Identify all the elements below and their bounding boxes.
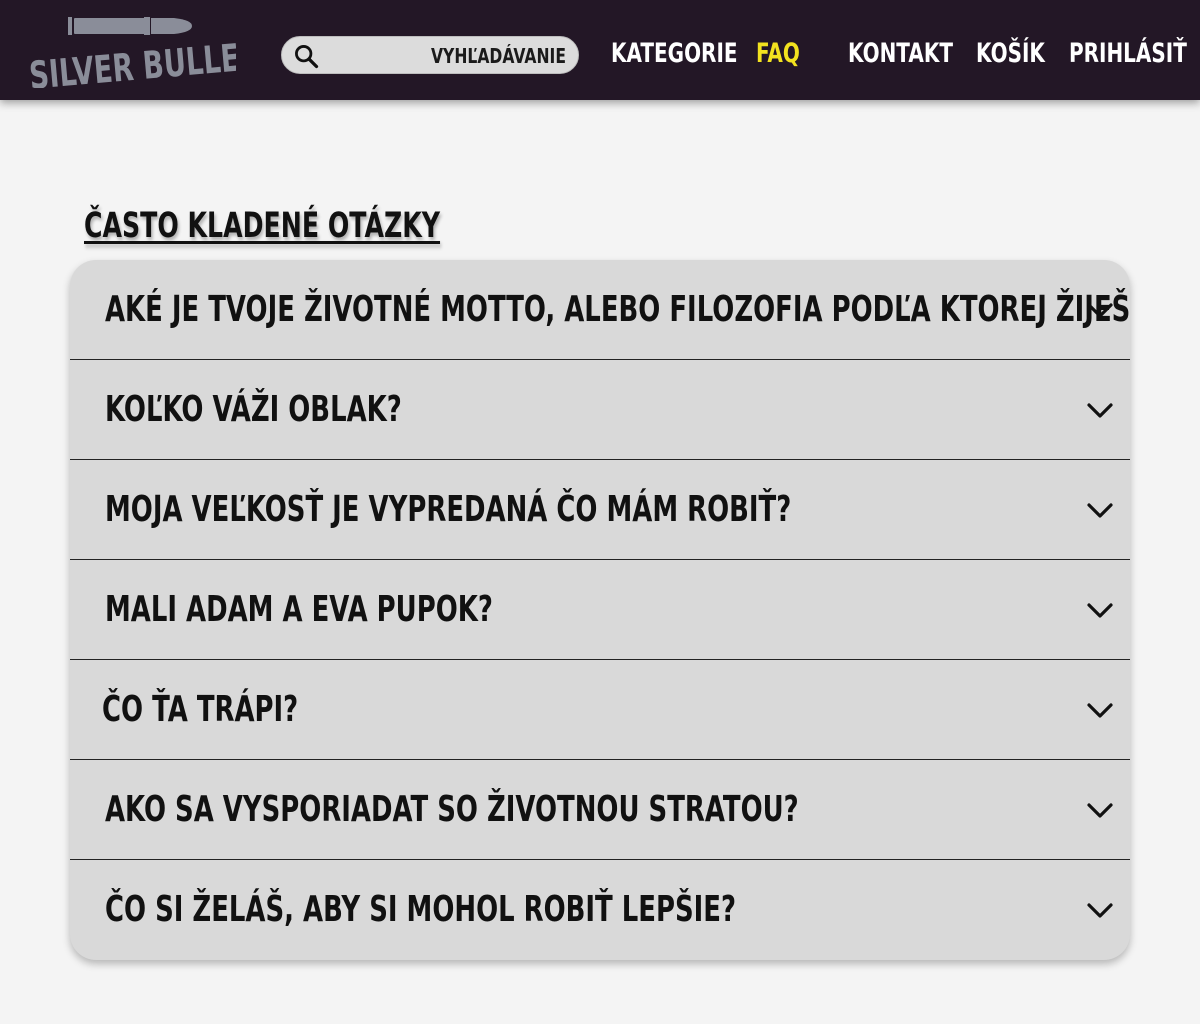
nav-item-kontakt[interactable]: KONTAKT [848, 34, 953, 74]
chevron-down-icon[interactable] [1086, 298, 1114, 322]
chevron-down-icon[interactable] [1086, 698, 1114, 722]
faq-item[interactable]: AKÉ JE TVOJE ŽIVOTNÉ MOTTO, ALEBO FILOZO… [70, 260, 1130, 360]
faq-question: MALI ADAM A EVA PUPOK? [105, 589, 493, 630]
search-icon[interactable] [292, 42, 320, 70]
faq-question: MOJA VEĽKOSŤ JE VYPREDANÁ ČO MÁM ROBIŤ? [105, 489, 792, 530]
faq-question: ČO SI ŽELÁŠ, ABY SI MOHOL ROBIŤ LEPŠIE? [105, 889, 737, 930]
search-bar[interactable] [281, 36, 579, 75]
faq-item[interactable]: ČO SI ŽELÁŠ, ABY SI MOHOL ROBIŤ LEPŠIE? [70, 860, 1130, 960]
logo-text: SILVER BULLET [27, 33, 236, 88]
faq-item[interactable]: ČO ŤA TRÁPI? [70, 660, 1130, 760]
faq-title: ČASTO KLADENÉ OTÁZKY [84, 206, 441, 246]
chevron-down-icon[interactable] [1086, 398, 1114, 422]
faq-question: KOĽKO VÁŽI OBLAK? [105, 389, 402, 430]
faq-accordion: AKÉ JE TVOJE ŽIVOTNÉ MOTTO, ALEBO FILOZO… [70, 260, 1130, 960]
faq-item[interactable]: MOJA VEĽKOSŤ JE VYPREDANÁ ČO MÁM ROBIŤ? [70, 460, 1130, 560]
chevron-down-icon[interactable] [1086, 598, 1114, 622]
search-input[interactable] [378, 37, 566, 75]
chevron-down-icon[interactable] [1086, 498, 1114, 522]
chevron-down-icon[interactable] [1086, 898, 1114, 922]
bullet-logo-icon: SILVER BULLET [27, 17, 236, 88]
nav-item-prihlasit[interactable]: PRIHLÁSIŤ [1069, 34, 1187, 74]
chevron-down-icon[interactable] [1086, 798, 1114, 822]
faq-item[interactable]: KOĽKO VÁŽI OBLAK? [70, 360, 1130, 460]
faq-item[interactable]: MALI ADAM A EVA PUPOK? [70, 560, 1130, 660]
nav-item-faq[interactable]: FAQ [756, 34, 800, 74]
navbar: SILVER BULLET KATEGORIE FAQ KONTAKT KOŠÍ… [0, 0, 1200, 100]
faq-question: ČO ŤA TRÁPI? [102, 689, 299, 730]
nav-item-kategorie[interactable]: KATEGORIE [611, 34, 738, 74]
nav-item-kosik[interactable]: KOŠÍK [976, 34, 1045, 74]
faq-question: AKÉ JE TVOJE ŽIVOTNÉ MOTTO, ALEBO FILOZO… [105, 289, 1130, 330]
faq-item[interactable]: AKO SA VYSPORIADAT SO ŽIVOTNOU STRATOU? [70, 760, 1130, 860]
silver-bullet-logo[interactable]: SILVER BULLET [26, 14, 236, 88]
faq-question: AKO SA VYSPORIADAT SO ŽIVOTNOU STRATOU? [105, 789, 799, 830]
